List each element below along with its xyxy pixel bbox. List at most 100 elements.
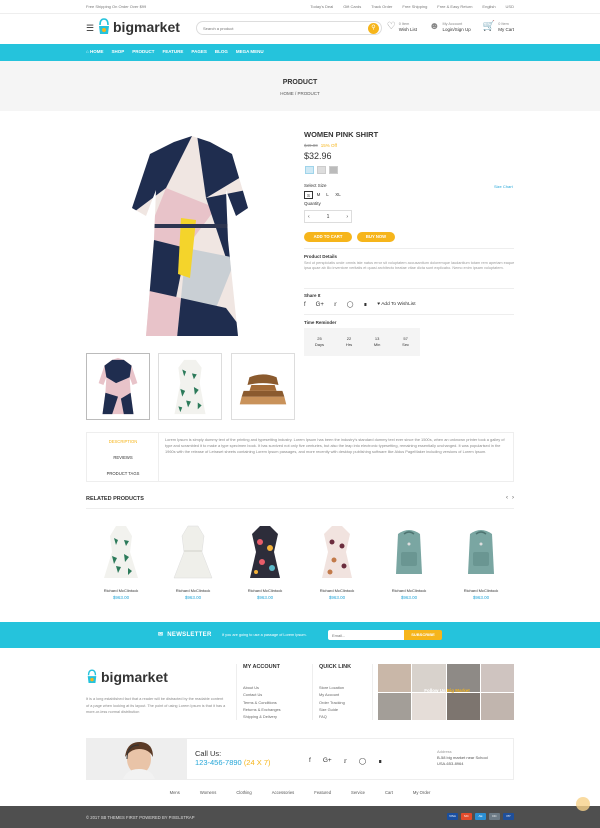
footer-link-faq[interactable]: FAQ xyxy=(319,713,351,720)
search-input[interactable] xyxy=(203,24,353,33)
related-product-card[interactable]: Richard McClintock $963.00 xyxy=(86,518,156,600)
rss-icon[interactable]: ∎ xyxy=(363,301,367,308)
footer-nav-featured[interactable]: Featured xyxy=(314,790,331,795)
twitter-icon[interactable]: 𝕣 xyxy=(334,301,337,308)
instagram-grid[interactable]: Follow Us Big Market xyxy=(378,664,514,720)
footer-nav-cart[interactable]: Cart xyxy=(385,790,393,795)
google-plus-icon[interactable]: G+ xyxy=(323,757,332,765)
related-product-image[interactable] xyxy=(158,518,228,582)
product-thumbnail-3[interactable] xyxy=(231,353,295,420)
related-product-name[interactable]: Richard McClintock xyxy=(302,588,372,593)
footer-link-returns[interactable]: Returns & Exchanges xyxy=(243,706,281,713)
cart-button[interactable]: 🛒 0 Item My Cart xyxy=(483,22,514,33)
footer-link-store[interactable]: Store Location xyxy=(319,684,351,691)
newsletter-subtext: If you are going to use a passage of Lor… xyxy=(222,633,307,637)
prev-arrow-icon[interactable]: ‹ xyxy=(506,495,508,501)
nav-pages[interactable]: PAGES xyxy=(191,49,206,54)
size-chart-link[interactable]: Size Chart xyxy=(494,184,513,189)
buy-now-button[interactable]: BUY NOW xyxy=(357,232,395,242)
footer-link-tracking[interactable]: Order Tracking xyxy=(319,699,351,706)
todays-deal-link[interactable]: Today's Deal xyxy=(310,4,333,9)
nav-shop[interactable]: SHOP xyxy=(111,49,124,54)
free-shipping-link[interactable]: Free Shipping xyxy=(402,4,427,9)
footer-nav-accessories[interactable]: Accessories xyxy=(272,790,295,795)
size-option-m[interactable]: M xyxy=(314,191,323,199)
related-product-image[interactable] xyxy=(230,518,300,582)
gift-cards-link[interactable]: Gift Cards xyxy=(343,4,361,9)
footer-link-size-guide[interactable]: Size Guide xyxy=(319,706,351,713)
size-option-l[interactable]: L xyxy=(323,191,332,199)
related-product-image[interactable] xyxy=(86,518,156,582)
related-product-card[interactable]: Richard McClintock $963.00 xyxy=(158,518,228,600)
related-product-image[interactable] xyxy=(374,518,444,582)
related-product-name[interactable]: Richard McClintock xyxy=(86,588,156,593)
scroll-to-top-button[interactable] xyxy=(576,797,590,811)
newsletter-email-input[interactable] xyxy=(328,630,404,640)
size-option-s[interactable]: S xyxy=(304,191,313,199)
tab-reviews[interactable]: REVIEWS xyxy=(87,455,159,460)
instagram-icon[interactable]: ◯ xyxy=(347,301,354,308)
nav-feature[interactable]: FEATURE xyxy=(163,49,184,54)
nav-mega-menu[interactable]: MEGA MENU xyxy=(236,49,264,54)
quantity-increase-button[interactable]: › xyxy=(346,214,348,220)
related-product-name[interactable]: Richard McClintock xyxy=(158,588,228,593)
track-order-link[interactable]: Track Order xyxy=(371,4,392,9)
product-main-image[interactable] xyxy=(86,128,296,348)
quantity-value[interactable]: 1 xyxy=(310,214,347,220)
currency-select[interactable]: USD xyxy=(506,4,514,9)
instagram-icon[interactable]: ◯ xyxy=(359,757,366,765)
nav-blog[interactable]: BLOG xyxy=(215,49,228,54)
related-product-card[interactable]: Richard McClintock $963.00 xyxy=(374,518,444,600)
tab-description[interactable]: DESCRIPTION xyxy=(87,439,159,444)
related-product-card[interactable]: Richard McClintock $963.00 xyxy=(446,518,516,600)
twitter-icon[interactable]: 𝕣 xyxy=(344,757,347,765)
subscribe-button[interactable]: SUBSCRIBE xyxy=(404,630,442,640)
related-product-image[interactable] xyxy=(446,518,516,582)
hamburger-menu-icon[interactable]: ☰ xyxy=(86,23,94,34)
footer-link-account[interactable]: My Account xyxy=(319,691,351,698)
address-block: Address B-58 big market near School USA-… xyxy=(437,749,488,767)
add-to-cart-button[interactable]: ADD TO CART xyxy=(304,232,352,242)
free-return-link[interactable]: Free & Easy Return xyxy=(437,4,472,9)
footer-link-shipping[interactable]: Shipping & Delivery xyxy=(243,713,281,720)
divider xyxy=(304,314,514,315)
google-plus-icon[interactable]: G+ xyxy=(316,302,324,308)
related-product-name[interactable]: Richard McClintock xyxy=(374,588,444,593)
product-thumbnail-2[interactable] xyxy=(158,353,222,420)
language-select[interactable]: English xyxy=(482,4,495,9)
related-product-name[interactable]: Richard McClintock xyxy=(446,588,516,593)
footer-link-about[interactable]: About Us xyxy=(243,684,281,691)
footer-nav-mens[interactable]: Mens xyxy=(170,790,180,795)
product-thumbnail-1[interactable] xyxy=(86,353,150,420)
facebook-icon[interactable]: f xyxy=(309,757,311,765)
related-product-card[interactable]: Richard McClintock $963.00 xyxy=(302,518,372,600)
related-product-name[interactable]: Richard McClintock xyxy=(230,588,300,593)
timer-hours: 22 Hrs xyxy=(345,336,353,347)
tab-product-tags[interactable]: PRODUCT TAGS xyxy=(87,471,159,476)
related-product-image[interactable] xyxy=(302,518,372,582)
search-button[interactable]: ⚲ xyxy=(368,23,379,34)
next-arrow-icon[interactable]: › xyxy=(512,495,514,501)
account-button[interactable]: ☻ My Account Login/Sign Up xyxy=(429,22,471,33)
phone-number[interactable]: 123-456-7890 (24 X 7) xyxy=(195,758,271,767)
nav-product[interactable]: PRODUCT xyxy=(132,49,154,54)
footer-logo[interactable]: bigmarket xyxy=(86,668,168,686)
footer-nav-womens[interactable]: Womens xyxy=(200,790,216,795)
nav-home[interactable]: ⌂ HOME xyxy=(86,49,103,54)
color-swatch-1[interactable] xyxy=(305,166,314,174)
size-option-xl[interactable]: XL xyxy=(333,191,343,199)
footer-nav-clothing[interactable]: Clothing xyxy=(236,790,251,795)
breadcrumb[interactable]: HOME / PRODUCT xyxy=(0,91,600,96)
color-swatch-2[interactable] xyxy=(317,166,326,174)
footer-nav-my-order[interactable]: My Order xyxy=(413,790,430,795)
footer-nav-service[interactable]: Service xyxy=(351,790,365,795)
footer-link-contact[interactable]: Contact Us xyxy=(243,691,281,698)
facebook-icon[interactable]: f xyxy=(304,302,306,308)
rss-icon[interactable]: ∎ xyxy=(378,757,382,765)
wishlist-button[interactable]: ♡ 0 Item Wish List xyxy=(387,22,417,33)
add-to-wishlist-link[interactable]: ♥ Add To WishList xyxy=(377,302,415,307)
logo[interactable]: bigmarket xyxy=(97,17,180,37)
related-product-card[interactable]: Richard McClintock $963.00 xyxy=(230,518,300,600)
color-swatch-3[interactable] xyxy=(329,166,338,174)
footer-link-terms[interactable]: Terms & Conditions xyxy=(243,699,281,706)
